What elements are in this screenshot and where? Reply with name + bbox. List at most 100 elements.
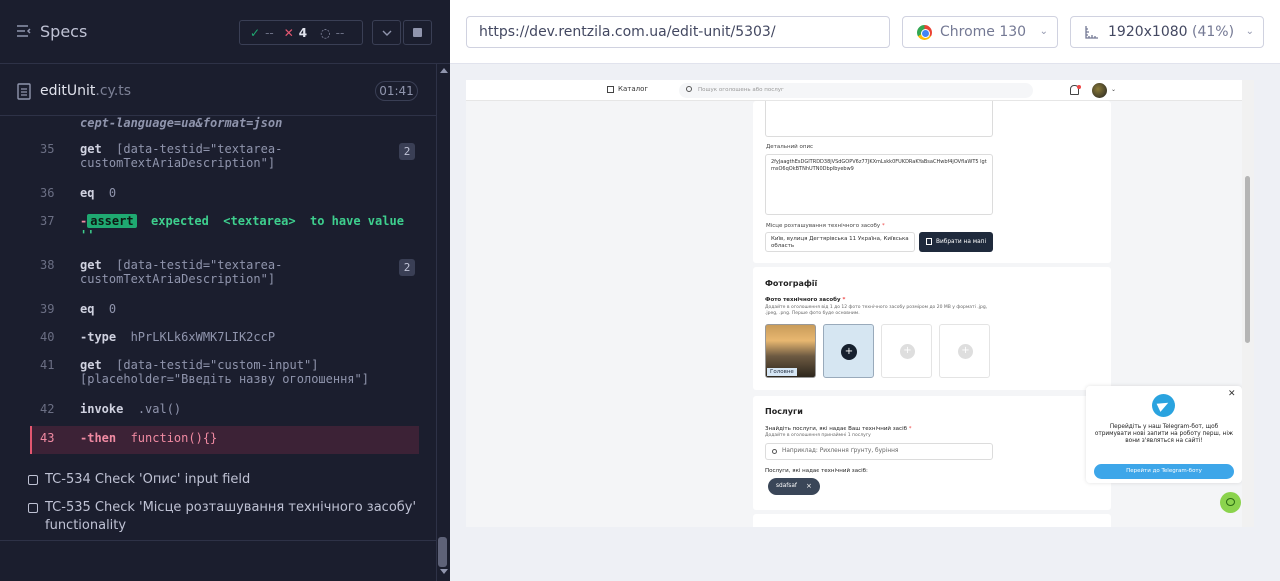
telegram-text: Перейдіть у наш Telegram-бот, щоб отриму… xyxy=(1094,424,1234,444)
services-label-text: Знайдіть послуги, які надає Ваш технічни… xyxy=(765,426,907,432)
catalog-link[interactable]: Каталог xyxy=(618,85,648,93)
command-name-text: -type xyxy=(80,330,117,344)
command-message: function(){} xyxy=(130,431,218,445)
command-log-scrollbar[interactable] xyxy=(436,64,450,581)
scroll-down-icon[interactable] xyxy=(440,569,448,574)
command-row[interactable]: 40 -type hPrLKLk6xWMK7LIK2ccP xyxy=(30,330,419,348)
ruler-icon xyxy=(1085,26,1098,39)
line-number: 37 xyxy=(40,214,55,228)
chevron-down-icon: ⌄ xyxy=(1039,26,1048,37)
stop-icon xyxy=(413,28,422,37)
command-name: get [data-testid="textarea-customTextAri… xyxy=(80,142,282,170)
app-under-test: Каталог Пошук оголошень або послуг ⌄ Дет… xyxy=(466,80,1254,527)
service-chip-label: sdafsaf xyxy=(776,483,797,489)
specs-header: Specs ✓ -- ✕ 4 ◌ -- xyxy=(0,0,450,64)
command-message: 0 xyxy=(108,186,117,200)
plus-icon: + xyxy=(841,344,857,360)
description-textarea[interactable]: 2fyJaagthEsDGITRDD38jVSdGOPV6z77JKXmLskk… xyxy=(765,154,993,215)
aut-preview-panel: https://dev.rentzila.com.ua/edit-unit/53… xyxy=(450,0,1280,581)
search-icon xyxy=(772,449,777,454)
choose-on-map-button[interactable]: Вибрати на мапі xyxy=(919,232,993,252)
pending-count: -- xyxy=(335,25,345,40)
empty-photo-slot[interactable]: + xyxy=(881,324,932,378)
command-row[interactable]: 38 get [data-testid="textarea-customText… xyxy=(30,258,419,296)
passed-count: -- xyxy=(265,25,274,40)
command-name-text: eq xyxy=(80,302,95,316)
url-bar[interactable]: https://dev.rentzila.com.ua/edit-unit/53… xyxy=(466,16,890,48)
check-icon: ✓ xyxy=(250,25,261,40)
main-photo[interactable]: Головне xyxy=(765,324,816,378)
short-textarea[interactable] xyxy=(765,101,993,137)
app-scroll-thumb[interactable] xyxy=(1245,176,1250,343)
main-photo-tag: Головне xyxy=(767,368,797,376)
command-name: eq 0 xyxy=(80,302,116,316)
command-row[interactable]: 35 get [data-testid="textarea-customText… xyxy=(30,142,419,180)
chevron-down-icon xyxy=(382,30,391,36)
command-row[interactable]: 42 invoke .val() xyxy=(30,402,419,420)
element-count-badge: 2 xyxy=(399,143,415,160)
command-row-failed[interactable]: 43 -then function(){} xyxy=(30,426,419,454)
command-name-text: get xyxy=(80,358,102,372)
services-card: Послуги Знайдіть послуги, які надає Ваш … xyxy=(753,396,1111,510)
command-message: expected xyxy=(151,214,209,228)
next-card xyxy=(753,514,1111,527)
command-message-cont: [placeholder="Введіть назву оголошення"] xyxy=(80,372,369,386)
description-label: Детальний опис xyxy=(766,144,814,150)
line-number: 43 xyxy=(40,431,55,445)
service-chip[interactable]: sdafsaf × xyxy=(768,478,820,495)
chevron-down-icon[interactable]: ⌄ xyxy=(1111,86,1116,93)
line-number: 40 xyxy=(40,330,55,344)
command-message-cont: customTextAriaDescription"] xyxy=(80,156,276,170)
close-icon[interactable]: × xyxy=(806,478,812,495)
command-message: cept-language=ua&format=json xyxy=(80,116,283,130)
search-icon xyxy=(686,86,692,92)
command-log-panel: Specs ✓ -- ✕ 4 ◌ -- editUnit.cy.ts 01:41… xyxy=(0,0,450,581)
line-number: 36 xyxy=(40,186,55,200)
spec-file-name[interactable]: editUnit.cy.ts xyxy=(40,83,131,99)
command-name-text: get xyxy=(80,258,102,272)
chevron-down-icon: ⌄ xyxy=(1245,26,1254,37)
test-pending-icon xyxy=(28,475,38,485)
telegram-icon xyxy=(1152,394,1175,417)
app-scrollbar[interactable] xyxy=(1242,80,1254,527)
line-number: 35 xyxy=(40,142,55,156)
specs-title[interactable]: Specs xyxy=(40,22,87,41)
photos-card: Фотографії Фото технічного засобу * Дода… xyxy=(753,267,1111,390)
stop-button[interactable] xyxy=(403,20,432,45)
command-message: hPrLKLk6xWMK7LIK2ccP xyxy=(130,330,276,344)
services-search-input[interactable]: Наприклад: Рихлення ґрунту, буріння xyxy=(765,443,993,460)
scroll-up-icon[interactable] xyxy=(440,68,448,73)
command-message: 0 xyxy=(108,302,117,316)
command-row[interactable]: 36 eq 0 xyxy=(30,186,419,204)
avatar[interactable] xyxy=(1092,83,1107,98)
search-placeholder: Пошук оголошень або послуг xyxy=(698,87,784,93)
chrome-icon xyxy=(917,25,932,40)
telegram-button[interactable]: Перейти до Telegram-боту xyxy=(1094,464,1234,479)
services-hint: Додайте в оголошення принаймні 1 послугу xyxy=(765,433,871,438)
command-row[interactable]: 41 get [data-testid="custom-input"] [plac… xyxy=(30,358,419,396)
app-search-input[interactable]: Пошук оголошень або послуг xyxy=(679,83,1033,98)
browser-selector[interactable]: Chrome 130 ⌄ xyxy=(902,16,1058,48)
location-field[interactable]: Київ, вулиця Дегтярівська 11 Україна, Ки… xyxy=(765,232,915,252)
command-name: -type hPrLKLk6xWMK7LIK2ccP xyxy=(80,330,275,344)
failed-count: 4 xyxy=(298,25,308,40)
scroll-thumb[interactable] xyxy=(438,537,447,567)
command-message: [data-testid="textarea- xyxy=(116,142,283,156)
line-number: 38 xyxy=(40,258,55,272)
command-name: - assert expected <textarea> to have valu… xyxy=(80,214,404,242)
viewport-selector[interactable]: 1920x1080 (41%) ⌄ xyxy=(1070,16,1264,48)
pending-icon: ◌ xyxy=(320,25,331,40)
dropdown-button[interactable] xyxy=(372,20,401,45)
line-number: 41 xyxy=(40,358,55,372)
assert-tag: assert xyxy=(87,214,137,228)
command-row[interactable]: 37 - assert expected <textarea> to have v… xyxy=(30,214,419,248)
chat-icon[interactable] xyxy=(1220,492,1241,513)
specs-list-icon[interactable] xyxy=(17,25,32,38)
preview-toolbar: https://dev.rentzila.com.ua/edit-unit/53… xyxy=(450,0,1280,64)
add-photo-slot[interactable]: + xyxy=(823,324,874,378)
assert-element: <textarea> xyxy=(223,214,296,228)
command-row[interactable]: cept-language=ua&format=json xyxy=(30,116,419,134)
close-icon[interactable]: ✕ xyxy=(1228,389,1236,399)
empty-photo-slot[interactable]: + xyxy=(939,324,990,378)
command-row[interactable]: 39 eq 0 xyxy=(30,302,419,320)
